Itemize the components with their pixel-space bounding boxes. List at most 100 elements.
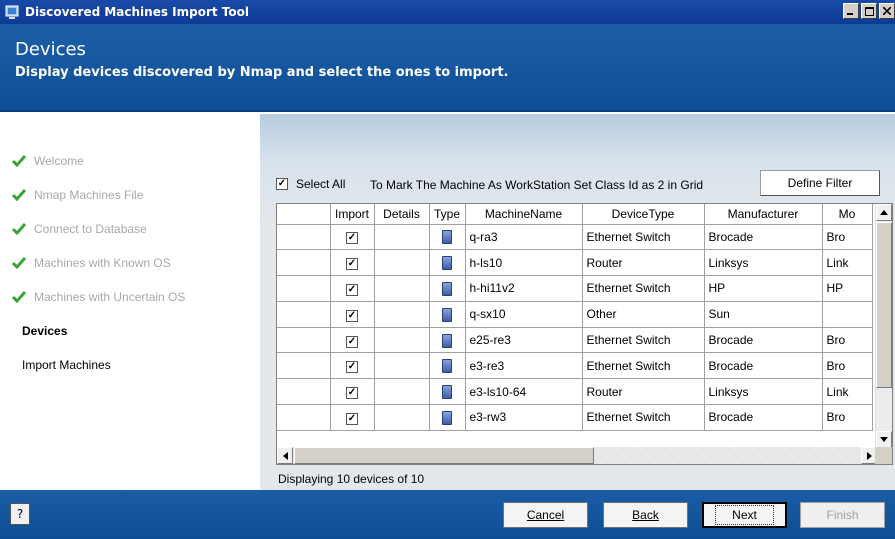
device-type-cell[interactable]: Ethernet Switch (582, 224, 705, 251)
row-header-cell[interactable] (277, 224, 331, 251)
details-cell[interactable] (374, 224, 430, 251)
close-icon (883, 7, 891, 15)
select-all-label[interactable]: Select All (296, 177, 345, 191)
import-checkbox[interactable]: ✓ (346, 387, 358, 400)
horizontal-scrollbar[interactable] (277, 447, 877, 464)
model-cell[interactable]: Bro (822, 327, 873, 354)
next-button[interactable]: Next (702, 502, 787, 528)
column-header[interactable]: DeviceType (582, 204, 705, 225)
machine-name-cell[interactable]: e3-ls10-64 (465, 378, 583, 406)
table-row[interactable]: ✓ e3-rw3 Ethernet Switch Brocade Bro (277, 404, 873, 431)
import-cell[interactable]: ✓ (330, 249, 375, 277)
device-type-cell[interactable]: Ethernet Switch (582, 327, 705, 354)
column-header[interactable]: MachineName (465, 204, 583, 225)
column-header[interactable] (277, 204, 331, 225)
machine-name-cell[interactable]: q-sx10 (465, 301, 583, 328)
manufacturer-cell[interactable]: Linksys (704, 249, 823, 277)
import-cell[interactable]: ✓ (330, 327, 375, 354)
import-checkbox[interactable]: ✓ (346, 232, 358, 245)
import-checkbox[interactable]: ✓ (346, 283, 358, 296)
manufacturer-cell[interactable]: HP (704, 275, 823, 302)
manufacturer-cell[interactable]: Brocade (704, 404, 823, 431)
details-cell[interactable] (374, 249, 430, 277)
row-header-cell[interactable] (277, 378, 331, 406)
model-cell[interactable]: Link (822, 378, 873, 406)
table-row[interactable]: ✓ e25-re3 Ethernet Switch Brocade Bro (277, 327, 873, 354)
row-header-cell[interactable] (277, 404, 331, 431)
table-row[interactable]: ✓ e3-re3 Ethernet Switch Brocade Bro (277, 352, 873, 380)
machine-name-cell[interactable]: e3-re3 (465, 352, 583, 380)
maximize-button[interactable] (861, 3, 877, 19)
import-checkbox[interactable]: ✓ (346, 361, 358, 374)
back-button[interactable]: Back (603, 502, 688, 528)
cancel-button[interactable]: Cancel (503, 502, 588, 528)
device-type-cell[interactable]: Other (582, 301, 705, 328)
row-header-cell[interactable] (277, 327, 331, 354)
scroll-up-button[interactable] (876, 204, 892, 221)
scroll-left-button[interactable] (277, 447, 293, 464)
machine-name-cell[interactable]: h-ls10 (465, 249, 583, 277)
details-cell[interactable] (374, 275, 430, 302)
select-all-checkbox[interactable]: ✓ (276, 178, 288, 190)
column-header[interactable]: Import (330, 204, 375, 225)
table-row[interactable]: ✓ h-hi11v2 Ethernet Switch HP HP (277, 275, 873, 302)
define-filter-button[interactable]: Define Filter (760, 170, 880, 196)
details-cell[interactable] (374, 327, 430, 354)
table-row[interactable]: ✓ q-ra3 Ethernet Switch Brocade Bro (277, 224, 873, 251)
vertical-scroll-thumb[interactable] (876, 222, 892, 388)
manufacturer-cell[interactable]: Brocade (704, 352, 823, 380)
machine-name-cell[interactable]: e3-rw3 (465, 404, 583, 431)
device-type-cell[interactable]: Router (582, 378, 705, 406)
import-checkbox[interactable]: ✓ (346, 258, 358, 271)
column-header[interactable]: Mo (822, 204, 873, 225)
details-cell[interactable] (374, 404, 430, 431)
column-header[interactable]: Details (374, 204, 430, 225)
row-header-cell[interactable] (277, 352, 331, 380)
import-cell[interactable]: ✓ (330, 301, 375, 328)
import-checkbox[interactable]: ✓ (346, 412, 358, 425)
import-checkbox[interactable]: ✓ (346, 335, 358, 348)
vertical-scrollbar[interactable] (875, 204, 892, 448)
column-header[interactable]: Manufacturer (704, 204, 823, 225)
help-button[interactable]: ? (10, 503, 30, 525)
import-cell[interactable]: ✓ (330, 275, 375, 302)
machine-name-cell[interactable]: h-hi11v2 (465, 275, 583, 302)
manufacturer-cell[interactable]: Brocade (704, 327, 823, 354)
table-row[interactable]: ✓ h-ls10 Router Linksys Link (277, 249, 873, 277)
manufacturer-cell[interactable]: Sun (704, 301, 823, 328)
horizontal-scroll-thumb[interactable] (294, 447, 594, 464)
details-cell[interactable] (374, 378, 430, 406)
device-type-cell[interactable]: Ethernet Switch (582, 352, 705, 380)
model-cell[interactable] (822, 301, 873, 328)
model-cell[interactable]: Bro (822, 404, 873, 431)
row-header-cell[interactable] (277, 275, 331, 302)
import-cell[interactable]: ✓ (330, 224, 375, 251)
manufacturer-cell[interactable]: Linksys (704, 378, 823, 406)
manufacturer-cell[interactable]: Brocade (704, 224, 823, 251)
row-header-cell[interactable] (277, 301, 331, 328)
table-row[interactable]: ✓ q-sx10 Other Sun (277, 301, 873, 328)
device-type-cell[interactable]: Ethernet Switch (582, 275, 705, 302)
details-cell[interactable] (374, 301, 430, 328)
import-checkbox[interactable]: ✓ (346, 309, 358, 322)
machine-name-cell[interactable]: q-ra3 (465, 224, 583, 251)
details-cell[interactable] (374, 352, 430, 380)
row-header-cell[interactable] (277, 249, 331, 277)
model-cell[interactable]: Bro (822, 224, 873, 251)
close-button[interactable] (879, 3, 895, 19)
model-cell[interactable]: HP (822, 275, 873, 302)
model-cell[interactable]: Bro (822, 352, 873, 380)
import-cell[interactable]: ✓ (330, 378, 375, 406)
scroll-down-button[interactable] (876, 431, 892, 448)
model-cell[interactable]: Link (822, 249, 873, 277)
column-header[interactable]: Type (429, 204, 466, 225)
import-cell[interactable]: ✓ (330, 404, 375, 431)
minimize-button[interactable] (843, 3, 859, 19)
device-type-cell[interactable]: Router (582, 249, 705, 277)
devices-grid[interactable]: Import Details Type MachineName DeviceType Ma… (276, 203, 893, 465)
machine-name-cell[interactable]: e25-re3 (465, 327, 583, 354)
select-all-row[interactable]: ✓ Select All (276, 177, 345, 191)
table-row[interactable]: ✓ e3-ls10-64 Router Linksys Link (277, 378, 873, 406)
device-type-cell[interactable]: Ethernet Switch (582, 404, 705, 431)
import-cell[interactable]: ✓ (330, 352, 375, 380)
